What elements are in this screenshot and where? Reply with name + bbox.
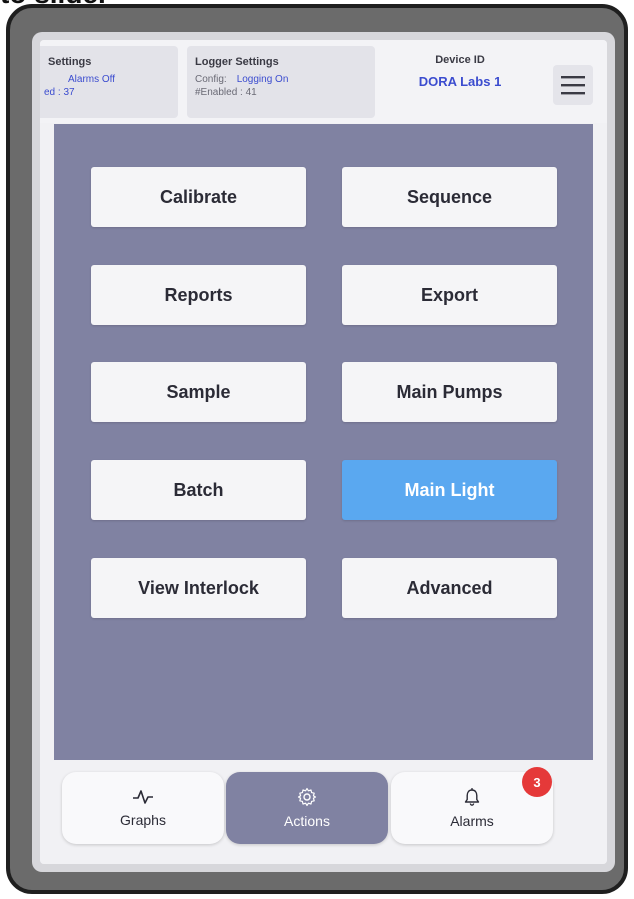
header-bar: Settings Alarms Off ed : 37 Logger Setti… (40, 40, 607, 123)
reports-button[interactable]: Reports (91, 265, 306, 325)
logger-settings-panel[interactable]: Logger Settings Config: Logging On #Enab… (187, 46, 375, 118)
device-id-label: Device ID (435, 54, 485, 66)
device-id-value: DORA Labs 1 (418, 74, 502, 89)
main-light-button[interactable]: Main Light (342, 460, 557, 520)
calibrate-button[interactable]: Calibrate (91, 167, 306, 227)
tab-alarms-label: Alarms (450, 813, 494, 829)
tab-actions[interactable]: Actions (226, 772, 388, 844)
logger-config-value: Logging On (236, 74, 289, 85)
alarm-count-badge: 3 (522, 767, 552, 797)
alarm-enabled-count: ed : 37 (44, 87, 75, 98)
hamburger-menu-icon (561, 76, 585, 95)
tab-graphs-label: Graphs (120, 812, 166, 828)
menu-button[interactable] (553, 65, 593, 105)
bottom-navigation: Graphs Actions Alarms 3 (40, 760, 607, 864)
actions-grid: Calibrate Sequence Reports Export Sample… (54, 124, 593, 760)
sequence-button[interactable]: Sequence (342, 167, 557, 227)
alarm-settings-panel[interactable]: Settings Alarms Off ed : 37 (40, 46, 178, 118)
view-interlock-button[interactable]: View Interlock (91, 558, 306, 618)
logger-config-label: Config: (195, 74, 227, 85)
advanced-button[interactable]: Advanced (342, 558, 557, 618)
export-button[interactable]: Export (342, 265, 557, 325)
logger-enabled-count: #Enabled : 41 (195, 87, 257, 98)
main-pumps-button[interactable]: Main Pumps (342, 362, 557, 422)
device-id-block: Device ID DORA Labs 1 (390, 54, 530, 89)
logger-settings-title: Logger Settings (195, 56, 279, 68)
app-screen: Settings Alarms Off ed : 37 Logger Setti… (40, 40, 607, 864)
gear-icon (297, 787, 317, 807)
tab-actions-label: Actions (284, 813, 330, 829)
tab-graphs[interactable]: Graphs (62, 772, 224, 844)
alarm-status: Alarms Off (68, 74, 116, 85)
pulse-icon (133, 790, 153, 804)
alarm-settings-title: Settings (48, 56, 92, 68)
batch-button[interactable]: Batch (91, 460, 306, 520)
sample-button[interactable]: Sample (91, 362, 306, 422)
bell-icon (464, 788, 480, 806)
